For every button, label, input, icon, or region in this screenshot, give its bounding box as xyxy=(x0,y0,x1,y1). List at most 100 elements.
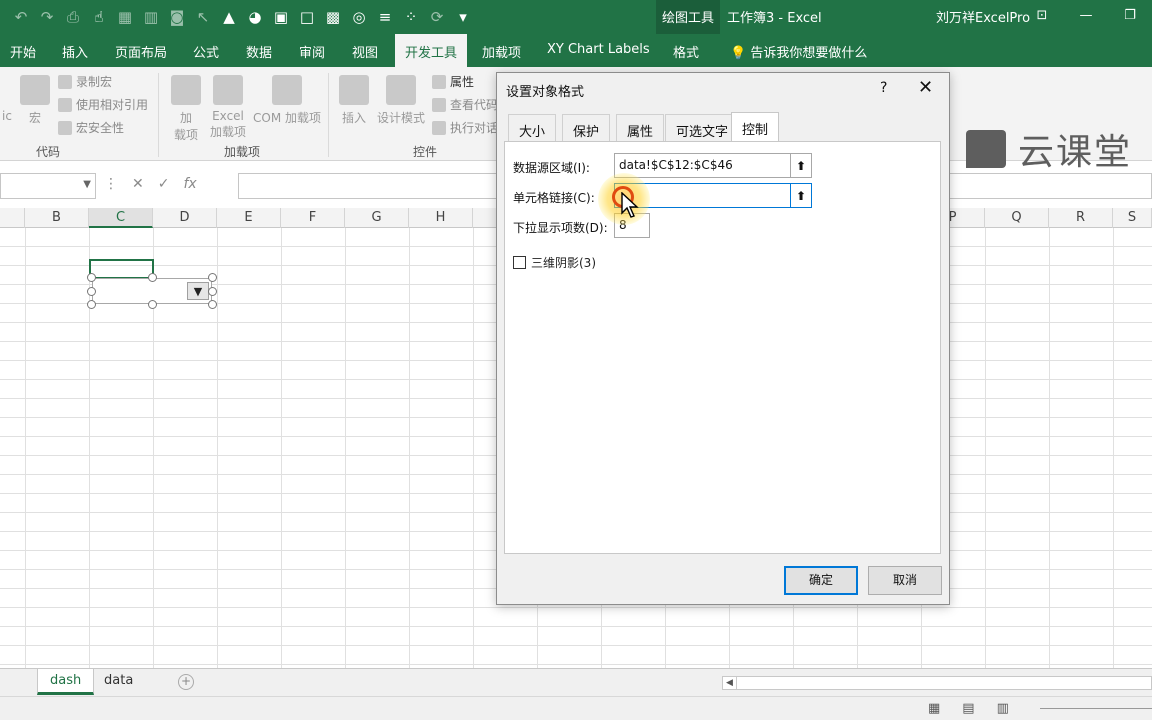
dots-icon[interactable]: ⁘ xyxy=(398,6,424,28)
resize-handle[interactable] xyxy=(208,300,217,309)
3d-shading-checkbox[interactable]: 三维阴影(3) xyxy=(513,254,596,271)
active-cell[interactable] xyxy=(89,259,154,279)
tab-alt-text[interactable]: 可选文字 xyxy=(665,114,740,142)
macro-security-button[interactable]: 宏安全性 xyxy=(58,119,124,136)
horizontal-scrollbar[interactable]: ◀ xyxy=(722,676,1152,690)
resize-handle[interactable] xyxy=(208,287,217,296)
tab-protection[interactable]: 保护 xyxy=(562,114,611,142)
addins-button[interactable]: 加 载项 xyxy=(168,75,204,143)
run-dialog-button[interactable]: 执行对话 xyxy=(432,119,498,136)
column-header[interactable]: F xyxy=(281,208,345,228)
resize-handle[interactable] xyxy=(148,300,157,309)
macros-button[interactable]: 宏 xyxy=(18,75,52,126)
name-box[interactable]: ▼ xyxy=(0,173,96,199)
cancel-button[interactable]: 取消 xyxy=(868,566,942,595)
com-addins-button[interactable]: COM 加载项 xyxy=(250,75,324,126)
redo-icon[interactable]: ↷ xyxy=(34,6,60,28)
add-sheet-icon[interactable]: + xyxy=(178,674,194,690)
share-icon[interactable]: ⟳ xyxy=(424,6,450,28)
resize-handle[interactable] xyxy=(87,287,96,296)
normal-view-icon[interactable]: ▦ xyxy=(928,701,940,716)
ribbon-display-icon[interactable]: ⊡ xyxy=(1020,0,1064,30)
warning-icon xyxy=(58,120,72,135)
properties-button[interactable]: 属性 xyxy=(432,73,474,90)
record-macro-button[interactable]: 录制宏 xyxy=(58,73,112,90)
tab-review[interactable]: 审阅 xyxy=(299,42,325,61)
chart-icon[interactable]: ▥ xyxy=(138,6,164,28)
tell-me-search[interactable]: 💡 告诉我你想要做什么 xyxy=(730,42,867,61)
enter-icon[interactable]: ✓ xyxy=(158,176,170,192)
sheet-tab-bar: dash data + ◀ xyxy=(0,668,1152,696)
column-header[interactable]: B xyxy=(25,208,89,228)
page-break-view-icon[interactable]: ▥ xyxy=(997,701,1009,716)
pivot-icon[interactable]: ▦ xyxy=(112,6,138,28)
select-icon[interactable]: ↖ xyxy=(190,6,216,28)
grid-icon[interactable]: ▩ xyxy=(320,6,346,28)
column-header[interactable]: E xyxy=(217,208,281,228)
column-header[interactable]: S xyxy=(1113,208,1152,228)
column-header[interactable]: D xyxy=(153,208,217,228)
input-range-field[interactable]: data!$C$12:$C$46 xyxy=(614,153,791,178)
tab-xy-chart-labels[interactable]: XY Chart Labels xyxy=(547,42,650,57)
relative-reference-button[interactable]: 使用相对引用 xyxy=(58,96,148,113)
checkbox-box[interactable] xyxy=(513,256,526,269)
rectangle-icon[interactable]: □ xyxy=(294,6,320,28)
tab-view[interactable]: 视图 xyxy=(352,42,378,61)
tab-size[interactable]: 大小 xyxy=(508,114,557,142)
excel-addins-button[interactable]: Excel 加载项 xyxy=(208,75,248,140)
select-all-corner[interactable] xyxy=(0,208,25,228)
resize-handle[interactable] xyxy=(87,273,96,282)
ok-button[interactable]: 确定 xyxy=(784,566,858,595)
print-preview-icon[interactable]: ⎙ xyxy=(60,6,86,28)
tab-control[interactable]: 控制 xyxy=(731,112,780,143)
visual-basic-button[interactable]: ic xyxy=(0,75,14,123)
pie-icon[interactable]: ◕ xyxy=(242,6,268,28)
chevron-down-icon[interactable]: ▼ xyxy=(187,282,209,300)
user-name[interactable]: 刘万祥ExcelPro xyxy=(936,7,1030,26)
help-button[interactable]: ? xyxy=(880,80,887,96)
resize-handle[interactable] xyxy=(208,273,217,282)
tab-home[interactable]: 开始 xyxy=(10,42,36,61)
title-bar: ↶ ↷ ⎙ ☝ ▦ ▥ ◙ ↖ ▲ ◕ ▣ □ ▩ ◎ ≡ ⁘ ⟳ ▾ 绘图工具… xyxy=(0,0,1152,67)
insert-control-button[interactable]: 插入 xyxy=(336,75,372,126)
camera-icon[interactable]: ◙ xyxy=(164,6,190,28)
tab-format[interactable]: 格式 xyxy=(673,42,699,61)
resize-handle[interactable] xyxy=(87,300,96,309)
tab-addins[interactable]: 加载项 xyxy=(482,42,521,61)
tab-page-layout[interactable]: 页面布局 xyxy=(115,42,167,61)
undo-icon[interactable]: ↶ xyxy=(8,6,34,28)
column-header[interactable]: R xyxy=(1049,208,1113,228)
design-mode-button[interactable]: 设计模式 xyxy=(376,75,426,126)
zoom-slider[interactable] xyxy=(1040,708,1152,709)
chat-bubble-logo-icon xyxy=(966,130,1006,168)
touch-mode-icon[interactable]: ☝ xyxy=(86,6,112,28)
up-arrow-icon[interactable]: ▲ xyxy=(216,6,242,28)
minimize-icon[interactable]: — xyxy=(1064,0,1108,30)
column-header[interactable]: G xyxy=(345,208,409,228)
scroll-left-icon[interactable]: ◀ xyxy=(723,677,737,689)
tab-insert[interactable]: 插入 xyxy=(62,42,88,61)
tab-properties[interactable]: 属性 xyxy=(616,114,665,142)
chevron-down-icon[interactable]: ▼ xyxy=(83,179,91,190)
view-code-button[interactable]: 查看代码 xyxy=(432,96,498,113)
align-icon[interactable]: ≡ xyxy=(372,6,398,28)
column-header[interactable]: H xyxy=(409,208,473,228)
collapse-dialog-icon[interactable]: ⬆ xyxy=(790,153,812,178)
sheet-tab-data[interactable]: data xyxy=(92,669,145,695)
sheet-tab-dash[interactable]: dash xyxy=(37,669,95,695)
insert-function-icon[interactable]: fx xyxy=(183,176,196,192)
customize-icon[interactable]: ▾ xyxy=(450,6,476,28)
tab-data[interactable]: 数据 xyxy=(246,42,272,61)
restore-icon[interactable]: ❐ xyxy=(1108,0,1152,30)
page-layout-view-icon[interactable]: ▤ xyxy=(962,701,974,716)
cancel-icon[interactable]: ✕ xyxy=(132,176,144,192)
column-header[interactable]: Q xyxy=(985,208,1049,228)
column-header[interactable]: C xyxy=(89,208,153,228)
close-icon[interactable]: ✕ xyxy=(918,77,933,98)
tab-formulas[interactable]: 公式 xyxy=(193,42,219,61)
resize-handle[interactable] xyxy=(148,273,157,282)
shape-icon[interactable]: ▣ xyxy=(268,6,294,28)
collapse-dialog-icon[interactable]: ⬆ xyxy=(790,183,812,208)
target-icon[interactable]: ◎ xyxy=(346,6,372,28)
tab-developer[interactable]: 开发工具 xyxy=(395,34,468,67)
